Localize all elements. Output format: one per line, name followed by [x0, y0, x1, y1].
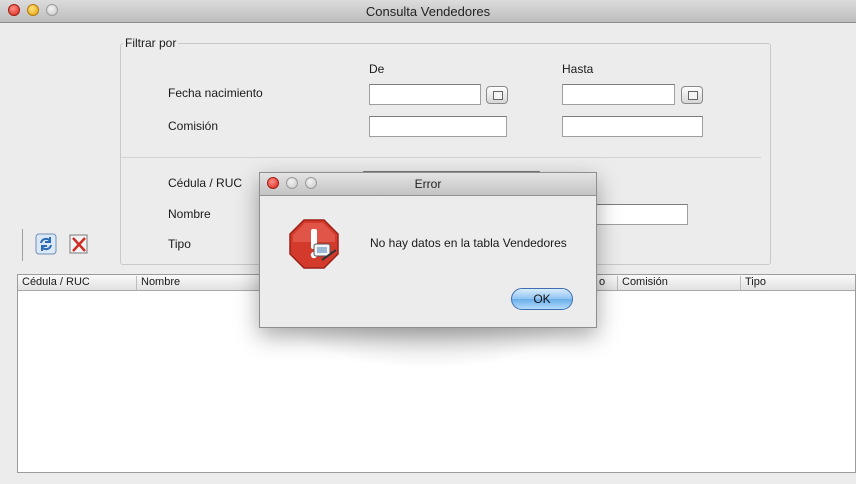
error-dialog: Error No hay datos en la tabla Vendedore…: [259, 172, 597, 328]
id-label: Cédula / RUC: [168, 176, 243, 190]
window-titlebar: Consulta Vendedores: [0, 0, 856, 23]
calendar-from-button[interactable]: [486, 86, 508, 104]
dialog-title: Error: [414, 177, 442, 191]
calendar-to-button[interactable]: [681, 86, 703, 104]
dialog-titlebar: Error: [260, 173, 596, 196]
birth-date-to-field[interactable]: [562, 84, 675, 105]
filter-divider: [121, 157, 761, 158]
window-title: Consulta Vendedores: [365, 4, 491, 19]
dialog-message: No hay datos en la tabla Vendedores: [370, 236, 567, 250]
commission-from-field[interactable]: [369, 116, 507, 137]
clear-icon[interactable]: [68, 233, 90, 255]
column-header-id[interactable]: Cédula / RUC: [18, 276, 135, 290]
ok-button[interactable]: OK: [511, 288, 573, 310]
type-label: Tipo: [168, 237, 191, 251]
column-header-commission[interactable]: Comisión: [617, 276, 739, 290]
name-field[interactable]: [590, 204, 688, 225]
filter-legend: Filtrar por: [123, 36, 179, 50]
name-label: Nombre: [168, 207, 211, 221]
from-header: De: [369, 62, 385, 76]
refresh-icon[interactable]: [35, 233, 57, 255]
to-header: Hasta: [562, 62, 594, 76]
column-header-type[interactable]: Tipo: [740, 276, 855, 290]
toolbar-separator: [22, 229, 23, 261]
stop-icon: [288, 218, 340, 270]
birth-date-from-field[interactable]: [369, 84, 481, 105]
commission-to-field[interactable]: [562, 116, 703, 137]
birth-date-label: Fecha nacimiento: [168, 86, 263, 100]
commission-label: Comisión: [168, 119, 219, 133]
